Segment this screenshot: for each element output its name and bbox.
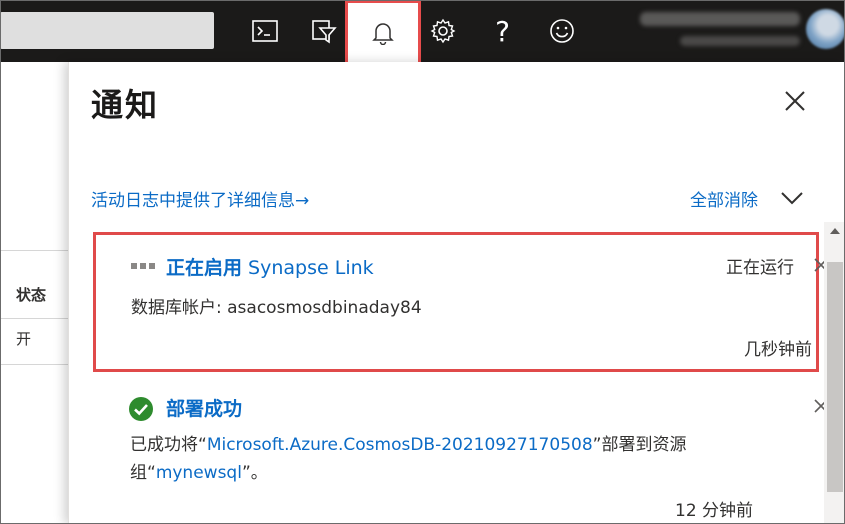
top-bar: ? — [0, 0, 845, 66]
close-icon[interactable] — [782, 88, 808, 114]
feedback-smiley-icon[interactable] — [533, 0, 590, 62]
notification-title[interactable]: 部署成功 — [166, 394, 242, 421]
notification-item-synapse-link[interactable]: 正在启用 Synapse Link 正在运行 数据库帐户: asacosmosd… — [93, 232, 828, 372]
scrollbar[interactable] — [824, 222, 845, 524]
avatar[interactable] — [806, 9, 845, 49]
notifications-panel: 通知 活动日志中提供了详细信息→ 全部消除 正在启用 Synapse Link … — [68, 62, 845, 524]
notification-title-action: 正在启用 — [166, 257, 243, 279]
scroll-thumb[interactable] — [827, 262, 843, 492]
body-prefix: 已成功将“ — [130, 435, 207, 455]
divider — [0, 364, 70, 365]
help-icon[interactable]: ? — [474, 0, 531, 62]
cloud-shell-icon[interactable] — [236, 0, 293, 62]
status-badge: 正在运行 — [726, 258, 794, 278]
account-info[interactable] — [610, 6, 800, 56]
account-directory-blurred — [680, 36, 800, 46]
notifications-bell-icon[interactable] — [345, 0, 421, 66]
arrow-right-icon: → — [295, 191, 310, 211]
notification-body: 数据库帐户: asacosmosdbinaday84 — [131, 298, 422, 318]
notification-body: 已成功将“Microsoft.Azure.CosmosDB-2021092717… — [130, 431, 750, 487]
status-cell: 开 — [16, 330, 32, 348]
notification-title-target: Synapse Link — [242, 257, 374, 279]
notification-time: 12 分钟前 — [675, 501, 754, 521]
notification-time: 几秒钟前 — [744, 340, 812, 360]
account-email-blurred — [640, 12, 800, 26]
activity-log-link[interactable]: 活动日志中提供了详细信息→ — [91, 186, 309, 211]
search-input[interactable] — [0, 12, 214, 49]
chevron-down-icon[interactable] — [779, 190, 805, 206]
divider — [0, 250, 70, 251]
scroll-up-arrow-icon[interactable] — [829, 226, 841, 236]
settings-gear-icon[interactable] — [414, 0, 471, 62]
dismiss-all-button[interactable]: 全部消除 — [690, 186, 758, 211]
progress-dots-icon — [131, 263, 155, 269]
panel-title: 通知 — [91, 86, 160, 124]
resource-group-link[interactable]: mynewsql — [156, 463, 242, 483]
status-column-header: 状态 — [16, 286, 47, 304]
success-check-icon — [129, 397, 153, 421]
notification-title[interactable]: 正在启用 Synapse Link — [166, 253, 374, 280]
divider — [0, 318, 70, 319]
activity-log-link-text: 活动日志中提供了详细信息 — [91, 191, 295, 211]
directory-filter-icon[interactable] — [295, 0, 352, 62]
deployment-link[interactable]: Microsoft.Azure.CosmosDB-20210927170508 — [207, 435, 593, 455]
background-page: 状态 开 — [0, 62, 70, 524]
notification-item-deployment[interactable]: 部署成功 已成功将“Microsoft.Azure.CosmosDB-20210… — [93, 384, 828, 524]
body-suffix: ”。 — [241, 463, 268, 483]
